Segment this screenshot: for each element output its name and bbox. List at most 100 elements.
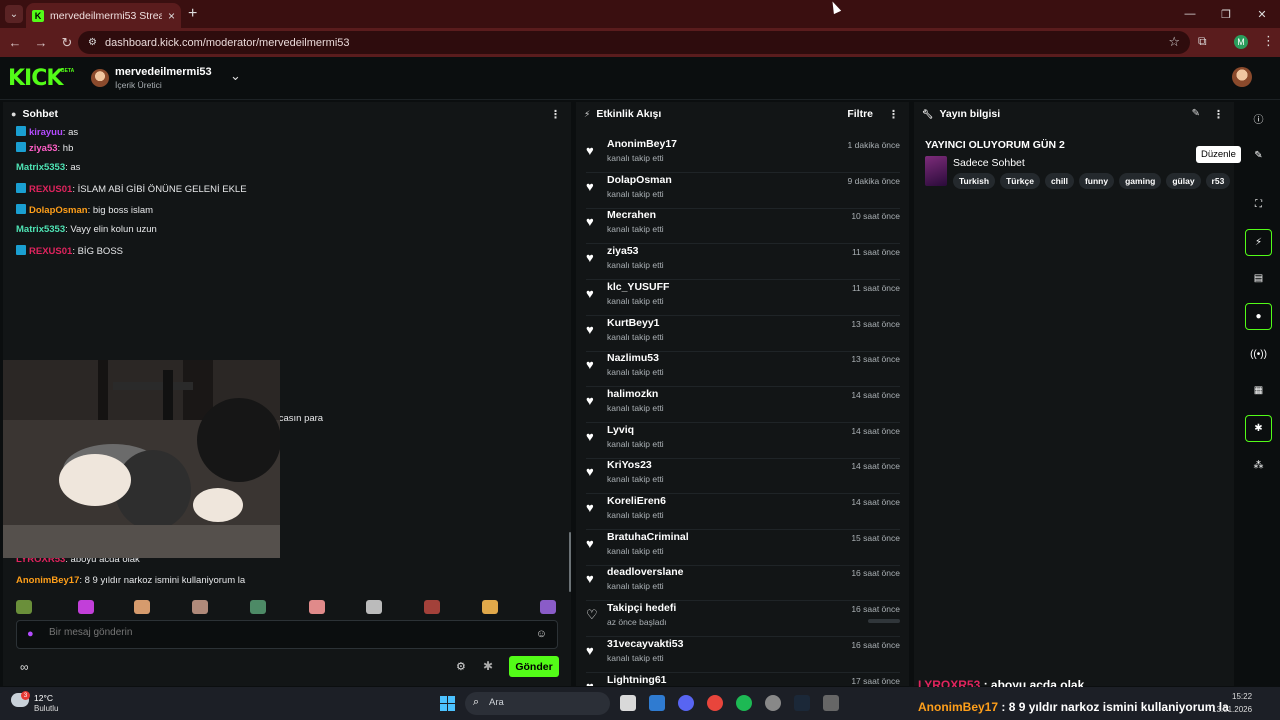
activity-item[interactable]: ♥ BratuhaCriminal kanalı takip etti 15 saat…	[586, 531, 900, 566]
category-thumbnail[interactable]	[925, 156, 947, 186]
kick-logo[interactable]: KICK	[8, 66, 63, 91]
spotify-icon[interactable]	[736, 695, 752, 711]
activity-item[interactable]: ♥ KriYos23 kanalı takip etti 14 saat önce	[586, 459, 900, 495]
file-explorer-icon[interactable]	[620, 695, 636, 711]
reload-icon[interactable]: ↻	[56, 35, 78, 51]
restore-icon[interactable]: ❐	[1208, 0, 1244, 28]
chat-settings-gear-icon[interactable]: ⚙	[456, 660, 466, 673]
forward-icon[interactable]: →	[30, 35, 52, 50]
chat-message-input[interactable]	[49, 627, 489, 638]
close-window-icon[interactable]: ✕	[1244, 0, 1280, 28]
minimize-icon[interactable]: —	[1172, 0, 1208, 28]
chat-username[interactable]: AnonimBey17	[16, 575, 79, 586]
tab-search-icon[interactable]: ⌄	[5, 5, 23, 23]
emote-8-icon[interactable]	[424, 600, 440, 614]
activity-item[interactable]: ♡ Takipçi hedefi az önce başladı 16 saat ön…	[586, 602, 900, 638]
emote-7-icon[interactable]	[366, 600, 382, 614]
browser-tab[interactable]: K mervedeilmermi53 Stream - Kic ×	[26, 3, 181, 28]
activity-item[interactable]: ♥ ziya53 kanalı takip etti 11 saat önce	[586, 245, 900, 281]
activity-item[interactable]: ♥ Mecrahen kanalı takip etti 10 saat önce	[586, 209, 900, 245]
chevron-down-icon[interactable]: ⌄	[230, 68, 241, 84]
browser-menu-icon[interactable]: ⋮	[1262, 33, 1275, 49]
chat-username[interactable]: Matrix5353	[16, 224, 65, 235]
info-icon[interactable]: ⓘ	[1245, 105, 1272, 132]
tag-chip[interactable]: gülay	[1166, 173, 1201, 189]
bookmark-star-icon[interactable]: ☆	[1168, 34, 1180, 50]
chat-username[interactable]: REXUS01	[29, 184, 72, 195]
infinity-icon[interactable]: ∞	[20, 660, 29, 674]
emote-1-icon[interactable]	[16, 600, 32, 614]
chat-username[interactable]: ziya53	[29, 143, 58, 154]
document-icon[interactable]: ▤	[1245, 265, 1272, 292]
taskbar-search[interactable]: ⌕ Ara	[465, 692, 610, 715]
back-icon[interactable]: ←	[4, 35, 26, 50]
chrome-icon[interactable]	[707, 695, 723, 711]
layout-icon[interactable]: ▦	[1245, 377, 1272, 404]
bot-icon[interactable]: ✱	[483, 659, 493, 673]
activity-item[interactable]: ♥ AnonimBey17 kanalı takip etti 1 dakika ön…	[586, 138, 900, 173]
broadcast-icon[interactable]: ((•))	[1245, 341, 1272, 368]
activity-list[interactable]: ♥ AnonimBey17 kanalı takip etti 1 dakika ön…	[576, 126, 909, 686]
activity-item[interactable]: ♥ Lightning61 17 saat önce	[586, 674, 900, 687]
chat-menu-icon[interactable]: ⋮	[550, 108, 561, 121]
browser-profile-avatar[interactable]: M	[1234, 35, 1248, 49]
emote-9-icon[interactable]	[482, 600, 498, 614]
tag-chip[interactable]: gaming	[1119, 173, 1162, 189]
chat-username[interactable]: REXUS01	[29, 246, 72, 257]
emote-5-icon[interactable]	[250, 600, 266, 614]
close-tab-icon[interactable]: ×	[168, 9, 175, 23]
chat-rail-icon[interactable]: ●	[1245, 303, 1272, 330]
new-tab-icon[interactable]: +	[188, 5, 197, 23]
channel-name[interactable]: mervedeilmermi53	[115, 66, 212, 78]
app-2-icon[interactable]	[765, 695, 781, 711]
activity-menu-icon[interactable]: ⋮	[888, 108, 899, 121]
url-bar[interactable]: ⚙ dashboard.kick.com/moderator/mervedeil…	[78, 31, 1190, 54]
send-button[interactable]: Gönder	[509, 656, 559, 677]
activity-item[interactable]: ♥ KoreliEren6 kanalı takip etti 14 saat önc…	[586, 495, 900, 530]
emote-6-icon[interactable]	[309, 600, 325, 614]
lightning-rail-icon[interactable]: ⚡	[1245, 229, 1272, 256]
windows-start-icon[interactable]	[440, 696, 455, 711]
chat-scrollbar[interactable]	[569, 532, 571, 592]
emote-3-icon[interactable]	[134, 600, 150, 614]
activity-item[interactable]: ♥ KurtBeyy1 kanalı takip etti 13 saat önce	[586, 317, 900, 352]
activity-item[interactable]: ♥ 31vecayvakti53 kanalı takip etti 16 saat …	[586, 638, 900, 673]
edit-pencil-icon[interactable]: ✎	[1245, 142, 1272, 169]
emote-2-icon[interactable]	[78, 600, 94, 614]
activity-item[interactable]: ♥ Nazlimu53 kanalı takip etti 13 saat önce	[586, 352, 900, 388]
steam-icon[interactable]	[794, 695, 810, 711]
tag-chip[interactable]: Türkçe	[1000, 173, 1040, 189]
activity-item[interactable]: ♥ DolapOsman kanalı takip etti 9 dakika önc…	[586, 174, 900, 209]
extensions-icon[interactable]: ⧉	[1198, 34, 1207, 49]
chat-username[interactable]: kirayuu	[29, 127, 63, 138]
emote-4-icon[interactable]	[192, 600, 208, 614]
pencil-icon[interactable]: ✎	[1192, 108, 1200, 119]
discord-icon[interactable]	[678, 695, 694, 711]
microphone-icon[interactable]: ●	[27, 628, 34, 640]
activity-item[interactable]: ♥ Lyviq kanalı takip etti 14 saat önce	[586, 424, 900, 459]
app-icon[interactable]	[649, 695, 665, 711]
user-avatar[interactable]	[1232, 67, 1252, 87]
chat-input-box[interactable]: ● ☺	[16, 620, 558, 649]
info-menu-icon[interactable]: ⋮	[1213, 108, 1224, 121]
activity-item[interactable]: ♥ halimozkn kanalı takip etti 14 saat önce	[586, 388, 900, 423]
emote-10-icon[interactable]	[540, 600, 556, 614]
scan-icon[interactable]: ⛶	[1245, 191, 1272, 218]
wrench-rail-icon[interactable]: ✱	[1245, 415, 1272, 442]
tag-chip[interactable]: r53	[1205, 173, 1231, 189]
filter-button[interactable]: Filtre	[847, 108, 873, 120]
activity-item[interactable]: ♥ deadloverslane kanalı takip etti 16 saat …	[586, 566, 900, 602]
emoji-icon[interactable]: ☺	[536, 628, 547, 640]
channel-avatar[interactable]	[91, 69, 109, 87]
activity-item[interactable]: ♥ klc_YUSUFF kanalı takip etti 11 saat önce	[586, 281, 900, 316]
tag-chip[interactable]: Turkish	[953, 173, 996, 189]
chat-username[interactable]: Matrix5353	[16, 162, 65, 173]
community-icon[interactable]: ⁂	[1245, 452, 1272, 479]
tag-chip[interactable]: chill	[1044, 173, 1074, 189]
chat-username[interactable]: DolapOsman	[29, 205, 88, 216]
site-info-icon[interactable]: ⚙	[88, 37, 97, 48]
video-preview[interactable]	[3, 360, 280, 558]
tag-chip[interactable]: funny	[1078, 173, 1115, 189]
app-3-icon[interactable]	[823, 695, 839, 711]
category-name[interactable]: Sadece Sohbet	[953, 157, 1025, 169]
